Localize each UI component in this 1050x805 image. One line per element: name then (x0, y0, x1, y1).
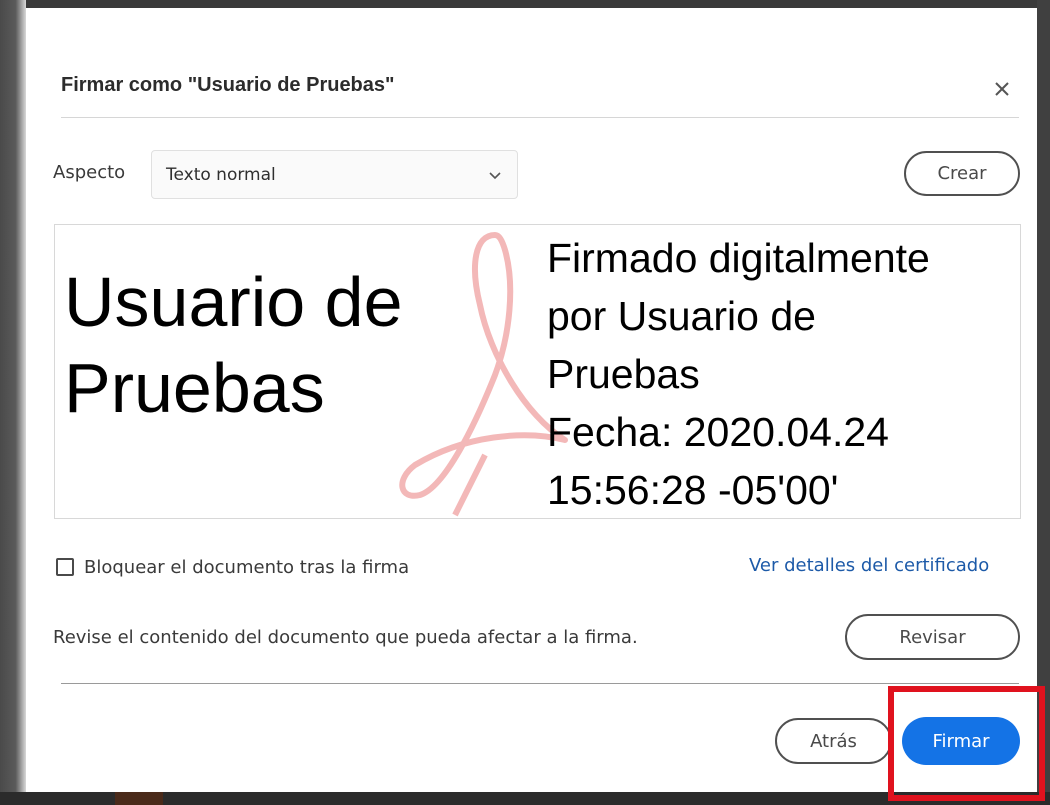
signature-detail-line: por Usuario de (547, 293, 816, 339)
signature-name: Usuario de Pruebas (64, 259, 544, 431)
appearance-selected-value: Texto normal (166, 165, 276, 185)
signature-details: Firmado digitalmente por Usuario de Prue… (547, 229, 1017, 518)
sign-button[interactable]: Firmar (902, 717, 1020, 765)
header-divider (61, 117, 1019, 118)
dialog-title: Firmar como "Usuario de Pruebas" (61, 74, 395, 96)
create-button[interactable]: Crear (904, 151, 1020, 196)
lock-document-label: Bloquear el documento tras la firma (84, 556, 410, 578)
appearance-select[interactable]: Texto normal (151, 150, 518, 199)
signature-detail-line: Pruebas (547, 351, 700, 397)
review-button[interactable]: Revisar (845, 614, 1020, 660)
lock-document-option[interactable]: Bloquear el documento tras la firma (56, 554, 409, 580)
sign-dialog: Firmar como "Usuario de Pruebas" Aspecto… (26, 8, 1037, 792)
signature-detail-line: 15:56:28 -05'00' (547, 467, 839, 513)
chevron-down-icon (485, 165, 505, 185)
background-window-strip (0, 792, 1050, 805)
signature-detail-line: Firmado digitalmente (547, 235, 930, 281)
back-button[interactable]: Atrás (775, 718, 892, 764)
close-icon[interactable] (990, 77, 1014, 101)
review-message: Revise el contenido del documento que pu… (53, 627, 638, 648)
signature-name-line: Usuario de (64, 263, 403, 341)
background-window-edge-left (0, 0, 26, 805)
lock-document-checkbox[interactable] (56, 558, 74, 576)
background-window-edge-right (1037, 0, 1050, 805)
footer-divider (61, 683, 1019, 684)
signature-name-line: Pruebas (64, 349, 325, 427)
signature-detail-line: Fecha: 2020.04.24 (547, 409, 889, 455)
appearance-label: Aspecto (53, 162, 126, 183)
background-thumbnail (115, 792, 163, 805)
certificate-details-link[interactable]: Ver detalles del certificado (749, 555, 989, 576)
signature-preview: Usuario de Pruebas Firmado digitalmente … (54, 224, 1021, 519)
